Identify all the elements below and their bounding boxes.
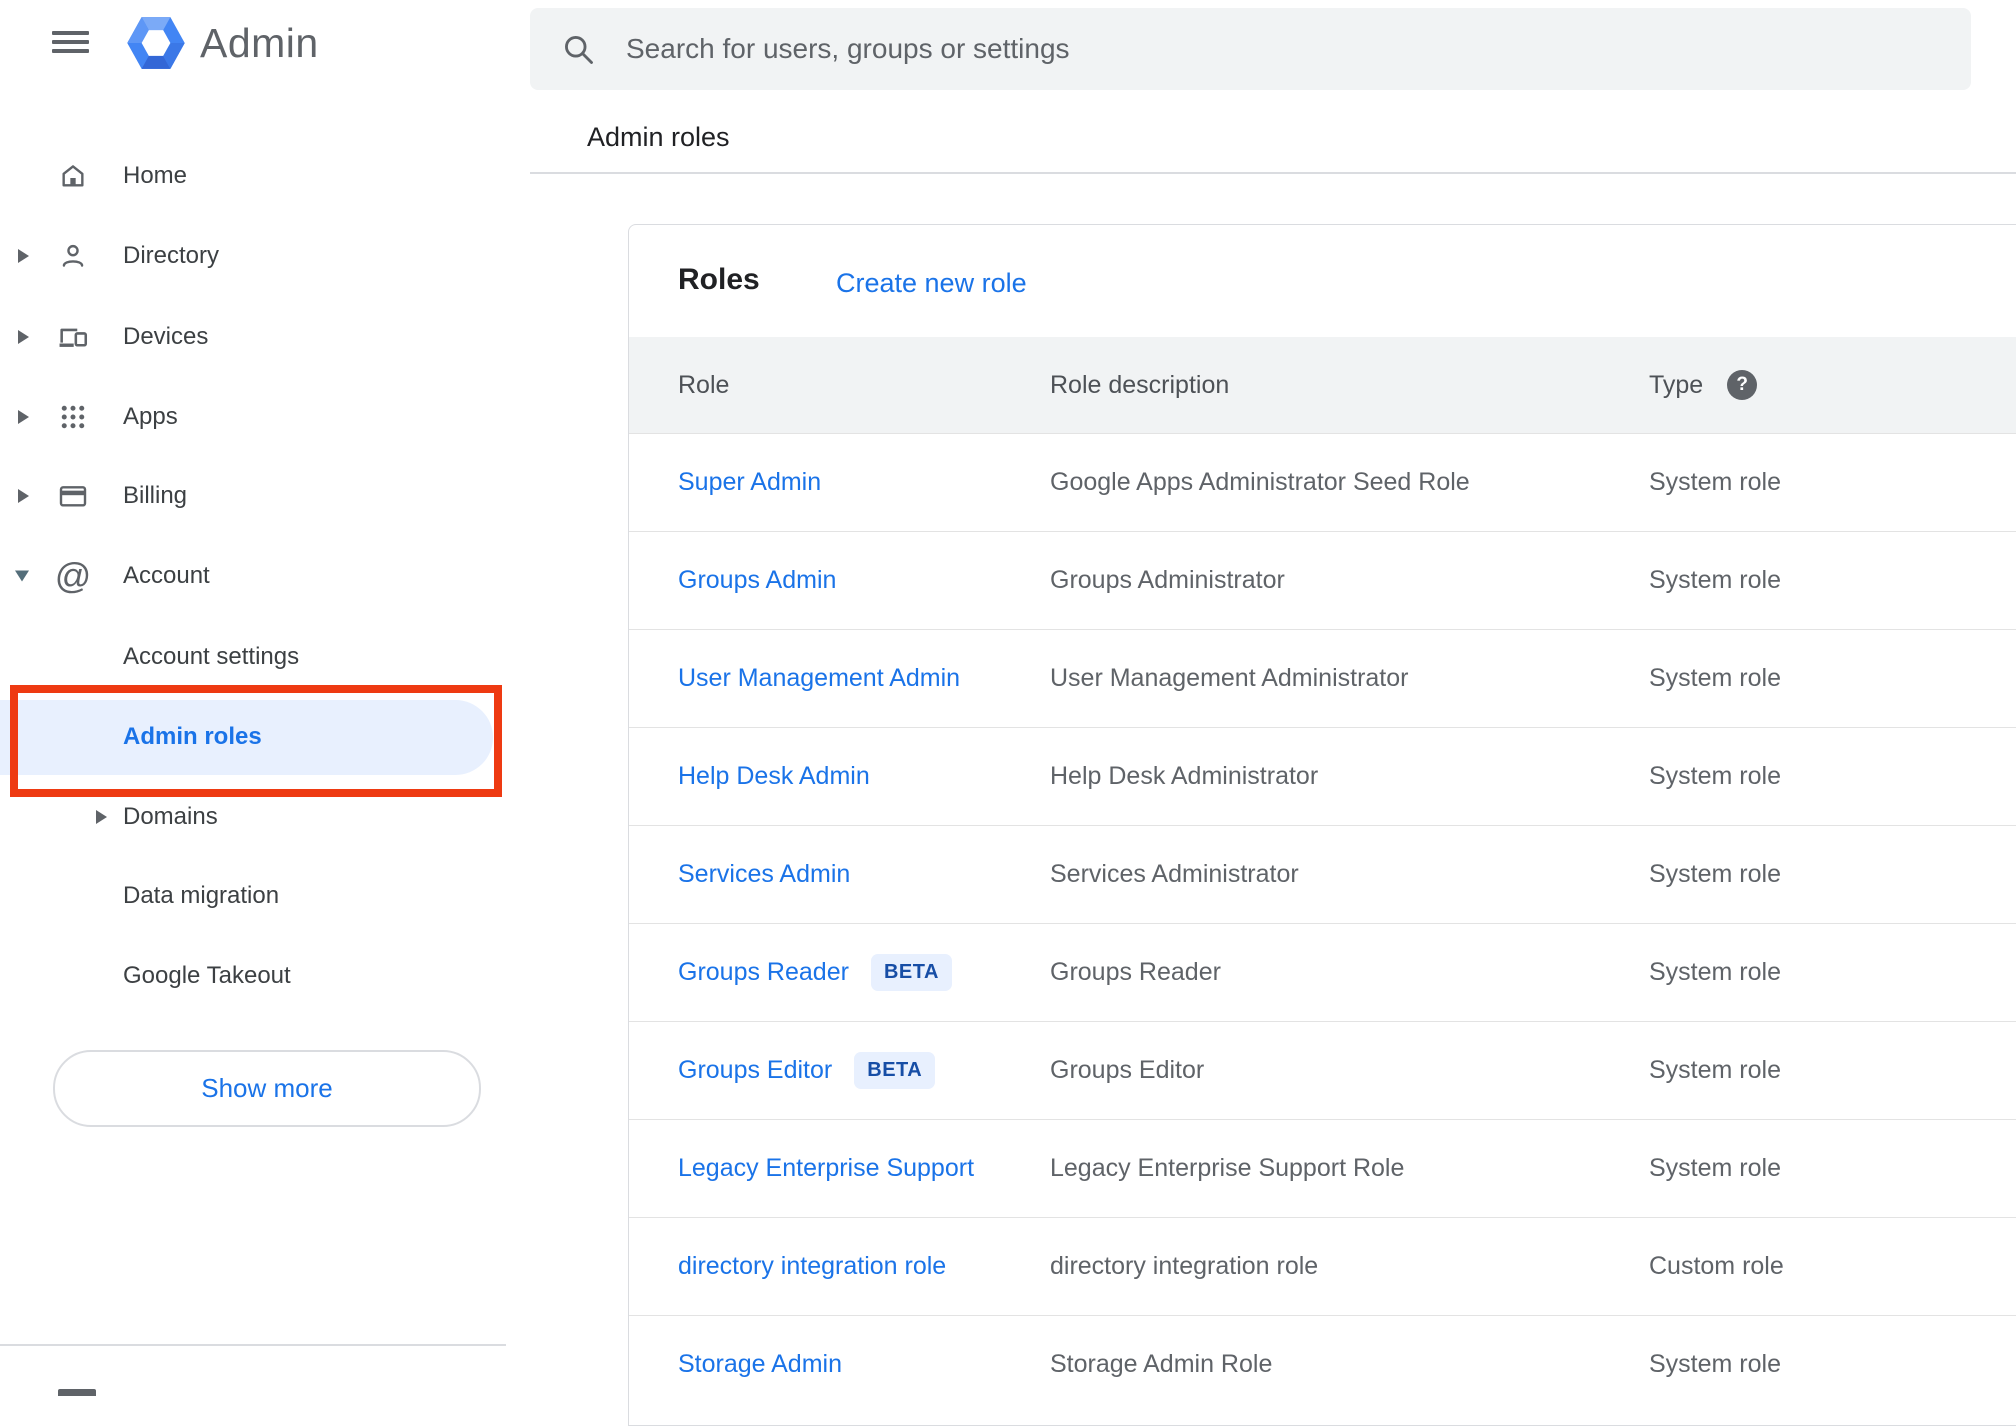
table-row: Services Admin Services Administrator Sy… [629,825,2016,923]
table-row: Groups Editor BETA Groups Editor System … [629,1021,2016,1119]
credit-card-icon [56,479,90,513]
role-type: System role [1649,860,1781,888]
column-header-role-description: Role description [1050,370,1230,399]
table-row: Legacy Enterprise Support Legacy Enterpr… [629,1119,2016,1217]
person-icon [56,239,90,273]
beta-badge: BETA [854,1052,936,1089]
search-input[interactable] [624,32,1971,66]
sidebar-item-label: Directory [123,242,220,269]
role-link[interactable]: User Management Admin [678,664,960,693]
role-link[interactable]: directory integration role [678,1252,946,1281]
sidebar-item-label: Apps [123,403,178,430]
role-description: Storage Admin Role [1050,1350,1273,1378]
role-type: System role [1649,958,1781,986]
sidebar-item-account[interactable]: @ Account [0,536,506,616]
sidebar-item-domains[interactable]: Domains [0,777,506,857]
chevron-right-icon[interactable] [18,410,29,424]
show-more-button[interactable]: Show more [53,1050,481,1127]
sidebar-item-devices[interactable]: Devices [0,297,506,377]
table-row: User Management Admin User Management Ad… [629,629,2016,727]
sidebar-item-label: Devices [123,323,209,350]
create-new-role-link[interactable]: Create new role [836,268,1027,299]
search-icon [560,31,596,67]
app-logo: Admin [127,14,319,72]
roles-card: Roles Create new role Role Role descript… [628,224,2016,1426]
chevron-right-icon[interactable] [18,330,29,344]
role-description: Groups Administrator [1050,566,1285,594]
table-row: Help Desk Admin Help Desk Administrator … [629,727,2016,825]
apps-grid-icon [56,400,90,434]
app-title: Admin [200,19,319,66]
role-type: System role [1649,1350,1781,1378]
sidebar-divider [0,1344,506,1346]
sidebar-item-account-settings[interactable]: Account settings [0,617,506,697]
role-type: System role [1649,468,1781,496]
chevron-right-icon[interactable] [96,810,107,824]
header-divider [530,172,2016,174]
at-sign-icon: @ [54,555,92,596]
table-row: Groups Reader BETA Groups Reader System … [629,923,2016,1021]
table-row: Super Admin Google Apps Administrator Se… [629,433,2016,531]
role-description: Services Administrator [1050,860,1299,888]
role-type: System role [1649,566,1781,594]
sidebar-item-label: Google Takeout [123,962,291,989]
role-type: System role [1649,664,1781,692]
sidebar-item-directory[interactable]: Directory [0,216,506,296]
role-type: System role [1649,762,1781,790]
search-bar[interactable] [530,8,1971,90]
role-link[interactable]: Help Desk Admin [678,762,870,791]
sidebar-item-label: Account [123,562,210,589]
sidebar-item-apps[interactable]: Apps [0,377,506,457]
role-description: Help Desk Administrator [1050,762,1319,790]
help-icon[interactable]: ? [1727,370,1758,400]
roles-table: Super Admin Google Apps Administrator Se… [629,433,2016,1413]
table-row: Storage Admin Storage Admin Role System … [629,1315,2016,1413]
role-description: Google Apps Administrator Seed Role [1050,468,1470,496]
sidebar-item-label: Domains [123,803,218,830]
role-link[interactable]: Groups Editor [678,1056,832,1085]
sidebar-item-home[interactable]: Home [0,136,506,216]
chevron-right-icon[interactable] [18,249,29,263]
role-description: directory integration role [1050,1252,1319,1280]
sidebar-item-label: Home [123,162,188,189]
role-link[interactable]: Groups Admin [678,566,836,595]
chevron-down-icon[interactable] [15,570,29,582]
sidebar-item-google-takeout[interactable]: Google Takeout [0,936,506,1016]
role-description: User Management Administrator [1050,664,1409,692]
column-header-role: Role [678,370,730,399]
home-icon [56,159,90,193]
beta-badge: BETA [870,954,952,991]
breadcrumb: Admin roles [587,122,730,152]
devices-icon [56,320,90,354]
table-row: directory integration role directory int… [629,1217,2016,1315]
table-row: Groups Admin Groups Administrator System… [629,531,2016,629]
role-link[interactable]: Storage Admin [678,1350,842,1379]
sidebar-item-label: Account settings [123,643,300,670]
card-title: Roles [678,263,760,296]
chevron-right-icon[interactable] [18,489,29,503]
sidebar-item-label[interactable]: Admin roles [123,723,262,751]
role-type: Custom role [1649,1252,1784,1280]
sidebar-item-data-migration[interactable]: Data migration [0,856,506,936]
role-type: System role [1649,1154,1781,1182]
role-link[interactable]: Super Admin [678,468,821,497]
sidebar-item-label: Data migration [123,882,280,909]
role-description: Legacy Enterprise Support Role [1050,1154,1405,1182]
role-description: Groups Editor [1050,1056,1205,1084]
admin-logo-icon [127,17,185,69]
table-header-row: Role Role description Type ? [629,337,2016,433]
role-link[interactable]: Services Admin [678,860,850,889]
sidebar-item-label: Billing [123,482,188,509]
role-description: Groups Reader [1050,958,1221,986]
column-header-type: Type [1649,370,1704,399]
menu-icon[interactable] [52,31,89,55]
show-more-label: Show more [201,1073,333,1103]
sidebar: Admin Home Directory Devices Apps Billin… [0,0,530,1396]
cut-off-icon [58,1389,96,1396]
role-link[interactable]: Legacy Enterprise Support [678,1154,974,1183]
role-type: System role [1649,1056,1781,1084]
sidebar-item-billing[interactable]: Billing [0,456,506,536]
role-link[interactable]: Groups Reader [678,958,849,987]
